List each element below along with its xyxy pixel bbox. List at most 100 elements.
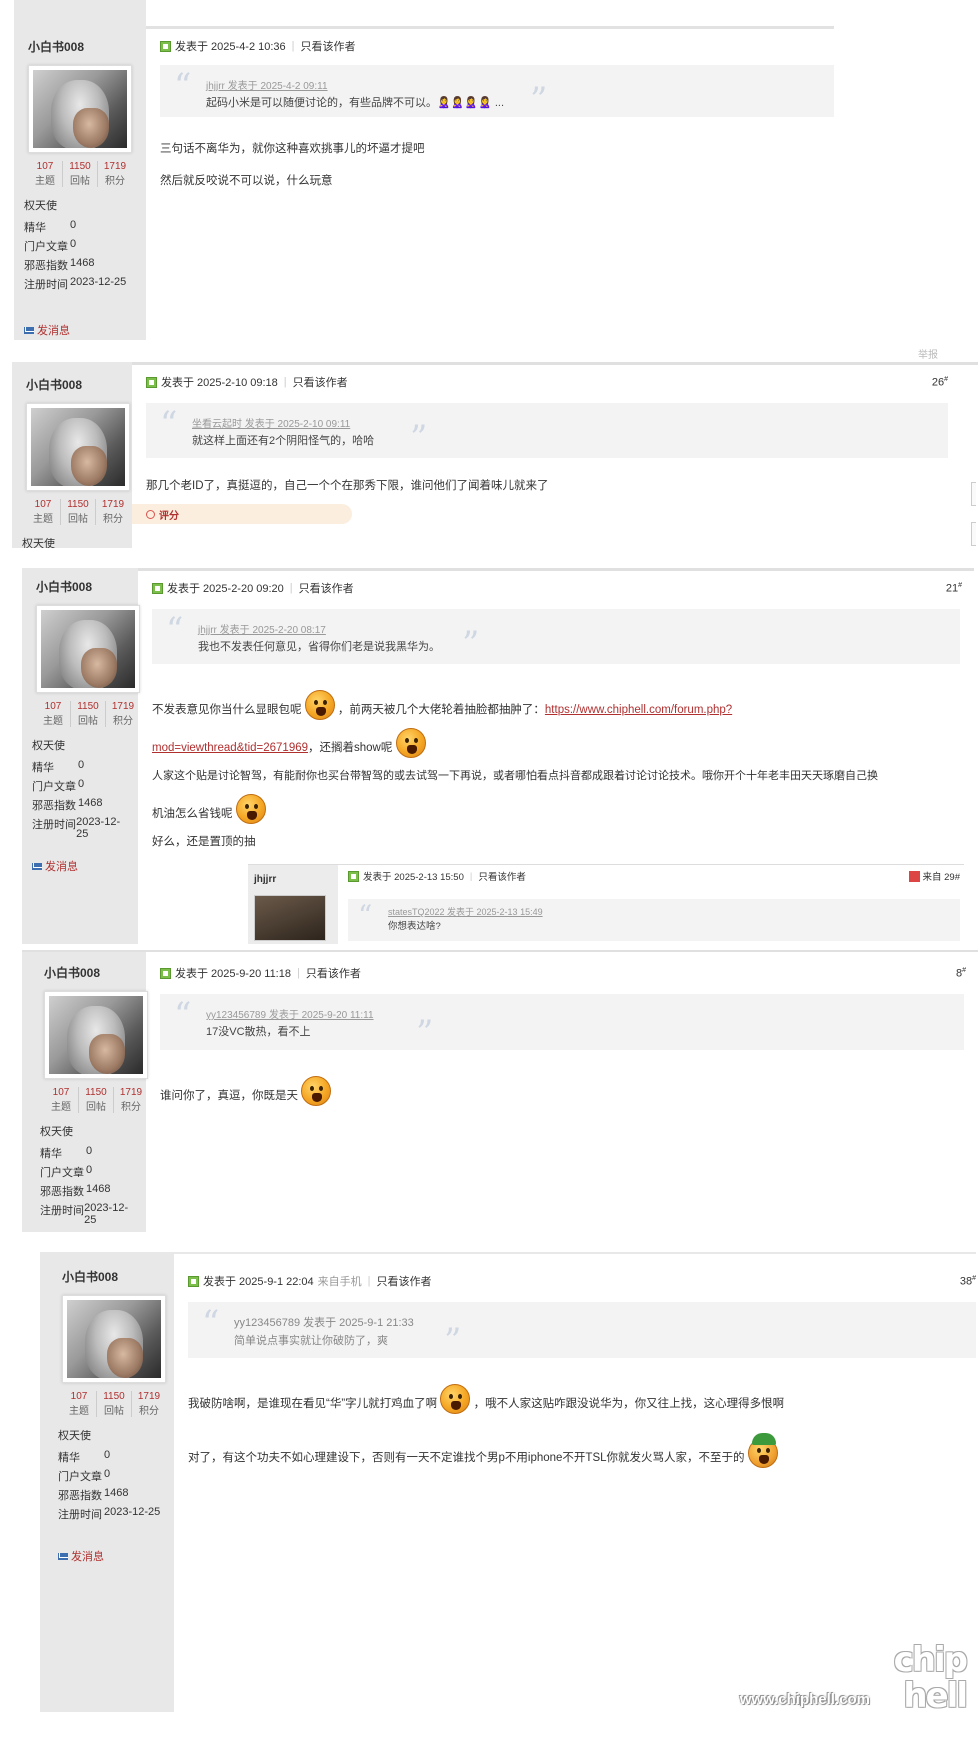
- only-author-link[interactable]: 只看该作者: [299, 580, 354, 596]
- rate-button[interactable]: 评分: [132, 504, 352, 524]
- send-message-label: 发消息: [71, 1551, 104, 1563]
- stat-threads-value[interactable]: 107: [44, 1087, 78, 1098]
- post-header: 发表于 2025-2-10 09:18 | 只看该作者 26#: [132, 369, 978, 395]
- stat-points-value[interactable]: 1719: [106, 701, 140, 712]
- avatar[interactable]: [26, 403, 130, 491]
- nested-header: 发表于 2025-2-13 15:50 | 只看该作者: [348, 869, 526, 883]
- avatar[interactable]: [62, 1295, 166, 1383]
- info-value: 2023-12-25: [76, 816, 121, 840]
- send-message-label: 发消息: [45, 861, 78, 873]
- stat-threads-value[interactable]: 107: [62, 1391, 96, 1402]
- quote-source-link[interactable]: yy123456789 发表于 2025-9-1 21:33: [234, 1314, 966, 1330]
- quote-source-link[interactable]: jhjjrr 发表于 2025-2-20 08:17: [198, 621, 950, 636]
- only-author-link[interactable]: 只看该作者: [478, 869, 526, 883]
- only-author-link[interactable]: 只看该作者: [293, 374, 348, 390]
- stat-points-label: 积分: [121, 1102, 141, 1113]
- author-name[interactable]: 小白书008: [28, 38, 138, 55]
- post-text-segment: 谁问你了，真逗，你既是天: [160, 1090, 298, 1102]
- quote-open-icon: “: [174, 66, 192, 106]
- avatar[interactable]: [44, 991, 148, 1079]
- stat-points-value[interactable]: 1719: [132, 1391, 166, 1402]
- nested-quote-block: “ statesTQ2022 发表于 2025-2-13 15:49 你想表达啥…: [348, 899, 960, 941]
- author-rank[interactable]: 权天使: [40, 1123, 138, 1139]
- stat-replies-label: 回帖: [104, 1406, 124, 1417]
- author-rank[interactable]: 权天使: [32, 737, 130, 753]
- post-icon: [152, 582, 163, 594]
- side-scroll-handle[interactable]: [971, 522, 976, 546]
- author-name[interactable]: 小白书008: [44, 964, 138, 981]
- send-message-link[interactable]: 发消息: [24, 322, 138, 338]
- only-author-link[interactable]: 只看该作者: [377, 1273, 432, 1289]
- quote-source-link[interactable]: yy123456789 发表于 2025-9-20 11:11: [206, 1006, 954, 1021]
- author-name[interactable]: 小白书008: [36, 578, 130, 595]
- emoji-icon: [304, 690, 335, 720]
- stat-threads-label: 主题: [33, 514, 53, 525]
- side-scroll-handle[interactable]: [971, 482, 976, 506]
- stat-threads-label: 主题: [69, 1406, 89, 1417]
- author-stats: 107 主题 1150 回帖 1719 积分: [44, 1087, 148, 1113]
- quote-source-link[interactable]: 坐看云起时 发表于 2025-2-10 09:11: [192, 415, 938, 430]
- floor-number[interactable]: 8#: [956, 967, 966, 980]
- nested-avatar[interactable]: [254, 895, 326, 941]
- stat-threads-value[interactable]: 107: [36, 701, 70, 712]
- only-author-link[interactable]: 只看该作者: [306, 965, 361, 981]
- post-text-segment: ，还搁着show呢: [308, 742, 393, 754]
- info-value: 1468: [86, 1183, 111, 1195]
- stat-replies-value[interactable]: 1150: [63, 161, 97, 172]
- quote-open-icon: “: [166, 610, 184, 650]
- post-text: 机油怎么省钱呢: [152, 794, 960, 824]
- quote-source-link[interactable]: statesTQ2022 发表于 2025-2-13 15:49: [388, 905, 950, 918]
- stat-threads-label: 主题: [43, 716, 63, 727]
- floor-number[interactable]: 26#: [932, 376, 948, 389]
- author-rank[interactable]: 权天使: [24, 197, 138, 213]
- nested-author-name[interactable]: jhjjrr: [254, 874, 276, 885]
- info-key: 邪恶指数: [58, 1490, 102, 1502]
- quote-source-link[interactable]: jhjjrr 发表于 2025-4-2 09:11: [206, 77, 824, 92]
- quote-open-icon: “: [160, 404, 178, 444]
- post-text: 那几个老ID了，真挺逗的，自己一个个在那秀下限，谁问他们了闻着味儿就来了: [146, 480, 549, 492]
- send-message-link[interactable]: 发消息: [32, 858, 130, 874]
- stat-replies-value[interactable]: 1150: [97, 1391, 131, 1402]
- stat-replies-value[interactable]: 1150: [61, 499, 95, 510]
- watermark-logo-text: chip hell: [893, 1640, 968, 1716]
- emoji-icon: [440, 1384, 471, 1414]
- thread-link[interactable]: https://www.chiphell.com/forum.php?: [545, 704, 732, 716]
- stat-threads-value[interactable]: 107: [28, 161, 62, 172]
- stat-replies-label: 回帖: [78, 716, 98, 727]
- author-name[interactable]: 小白书008: [62, 1268, 166, 1285]
- only-author-link[interactable]: 只看该作者: [301, 38, 356, 54]
- stat-points-value[interactable]: 1719: [114, 1087, 148, 1098]
- info-row: 精华 0: [24, 219, 138, 235]
- mail-icon: [24, 326, 34, 334]
- report-link[interactable]: 举报: [918, 346, 938, 361]
- thread-link[interactable]: mod=viewthread&tid=2671969: [152, 742, 308, 754]
- quote-close-icon: ”: [462, 624, 480, 664]
- avatar[interactable]: [36, 605, 140, 693]
- author-rank[interactable]: 权天使: [58, 1427, 166, 1443]
- stat-replies-value[interactable]: 1150: [71, 701, 105, 712]
- floor-number[interactable]: 38#: [960, 1275, 976, 1288]
- stat-threads-value[interactable]: 107: [26, 499, 60, 510]
- post-icon: [146, 376, 157, 388]
- quote-block: “ yy123456789 发表于 2025-9-20 11:11 17没VC散…: [160, 994, 964, 1050]
- quote-text: 17没VC散热，看不上: [206, 1026, 311, 1038]
- nested-from-link[interactable]: 来自 29#: [908, 869, 960, 883]
- stat-points-label: 积分: [113, 716, 133, 727]
- floor-number[interactable]: 21#: [946, 582, 962, 595]
- post-content: 发表于 2025-4-2 10:36 | 只看该作者 “ jhjjrr 发表于 …: [146, 26, 834, 340]
- stat-replies-label: 回帖: [68, 514, 88, 525]
- emoji-icon: [235, 794, 266, 824]
- stat-points-value[interactable]: 1719: [96, 499, 130, 510]
- avatar[interactable]: [28, 65, 132, 153]
- stat-points-value[interactable]: 1719: [98, 161, 132, 172]
- author-stats: 107 主题 1150 回帖 1719 积分: [28, 161, 132, 187]
- stat-replies-label: 回帖: [86, 1102, 106, 1113]
- stat-replies-label: 回帖: [70, 176, 90, 187]
- post-icon: [160, 967, 171, 979]
- author-name[interactable]: 小白书008: [26, 376, 124, 393]
- from-mobile-label: 来自手机: [317, 1276, 362, 1288]
- stat-replies-value[interactable]: 1150: [79, 1087, 113, 1098]
- info-key: 精华: [24, 222, 46, 234]
- send-message-link[interactable]: 发消息: [58, 1548, 166, 1564]
- author-rank[interactable]: 权天使: [22, 535, 124, 548]
